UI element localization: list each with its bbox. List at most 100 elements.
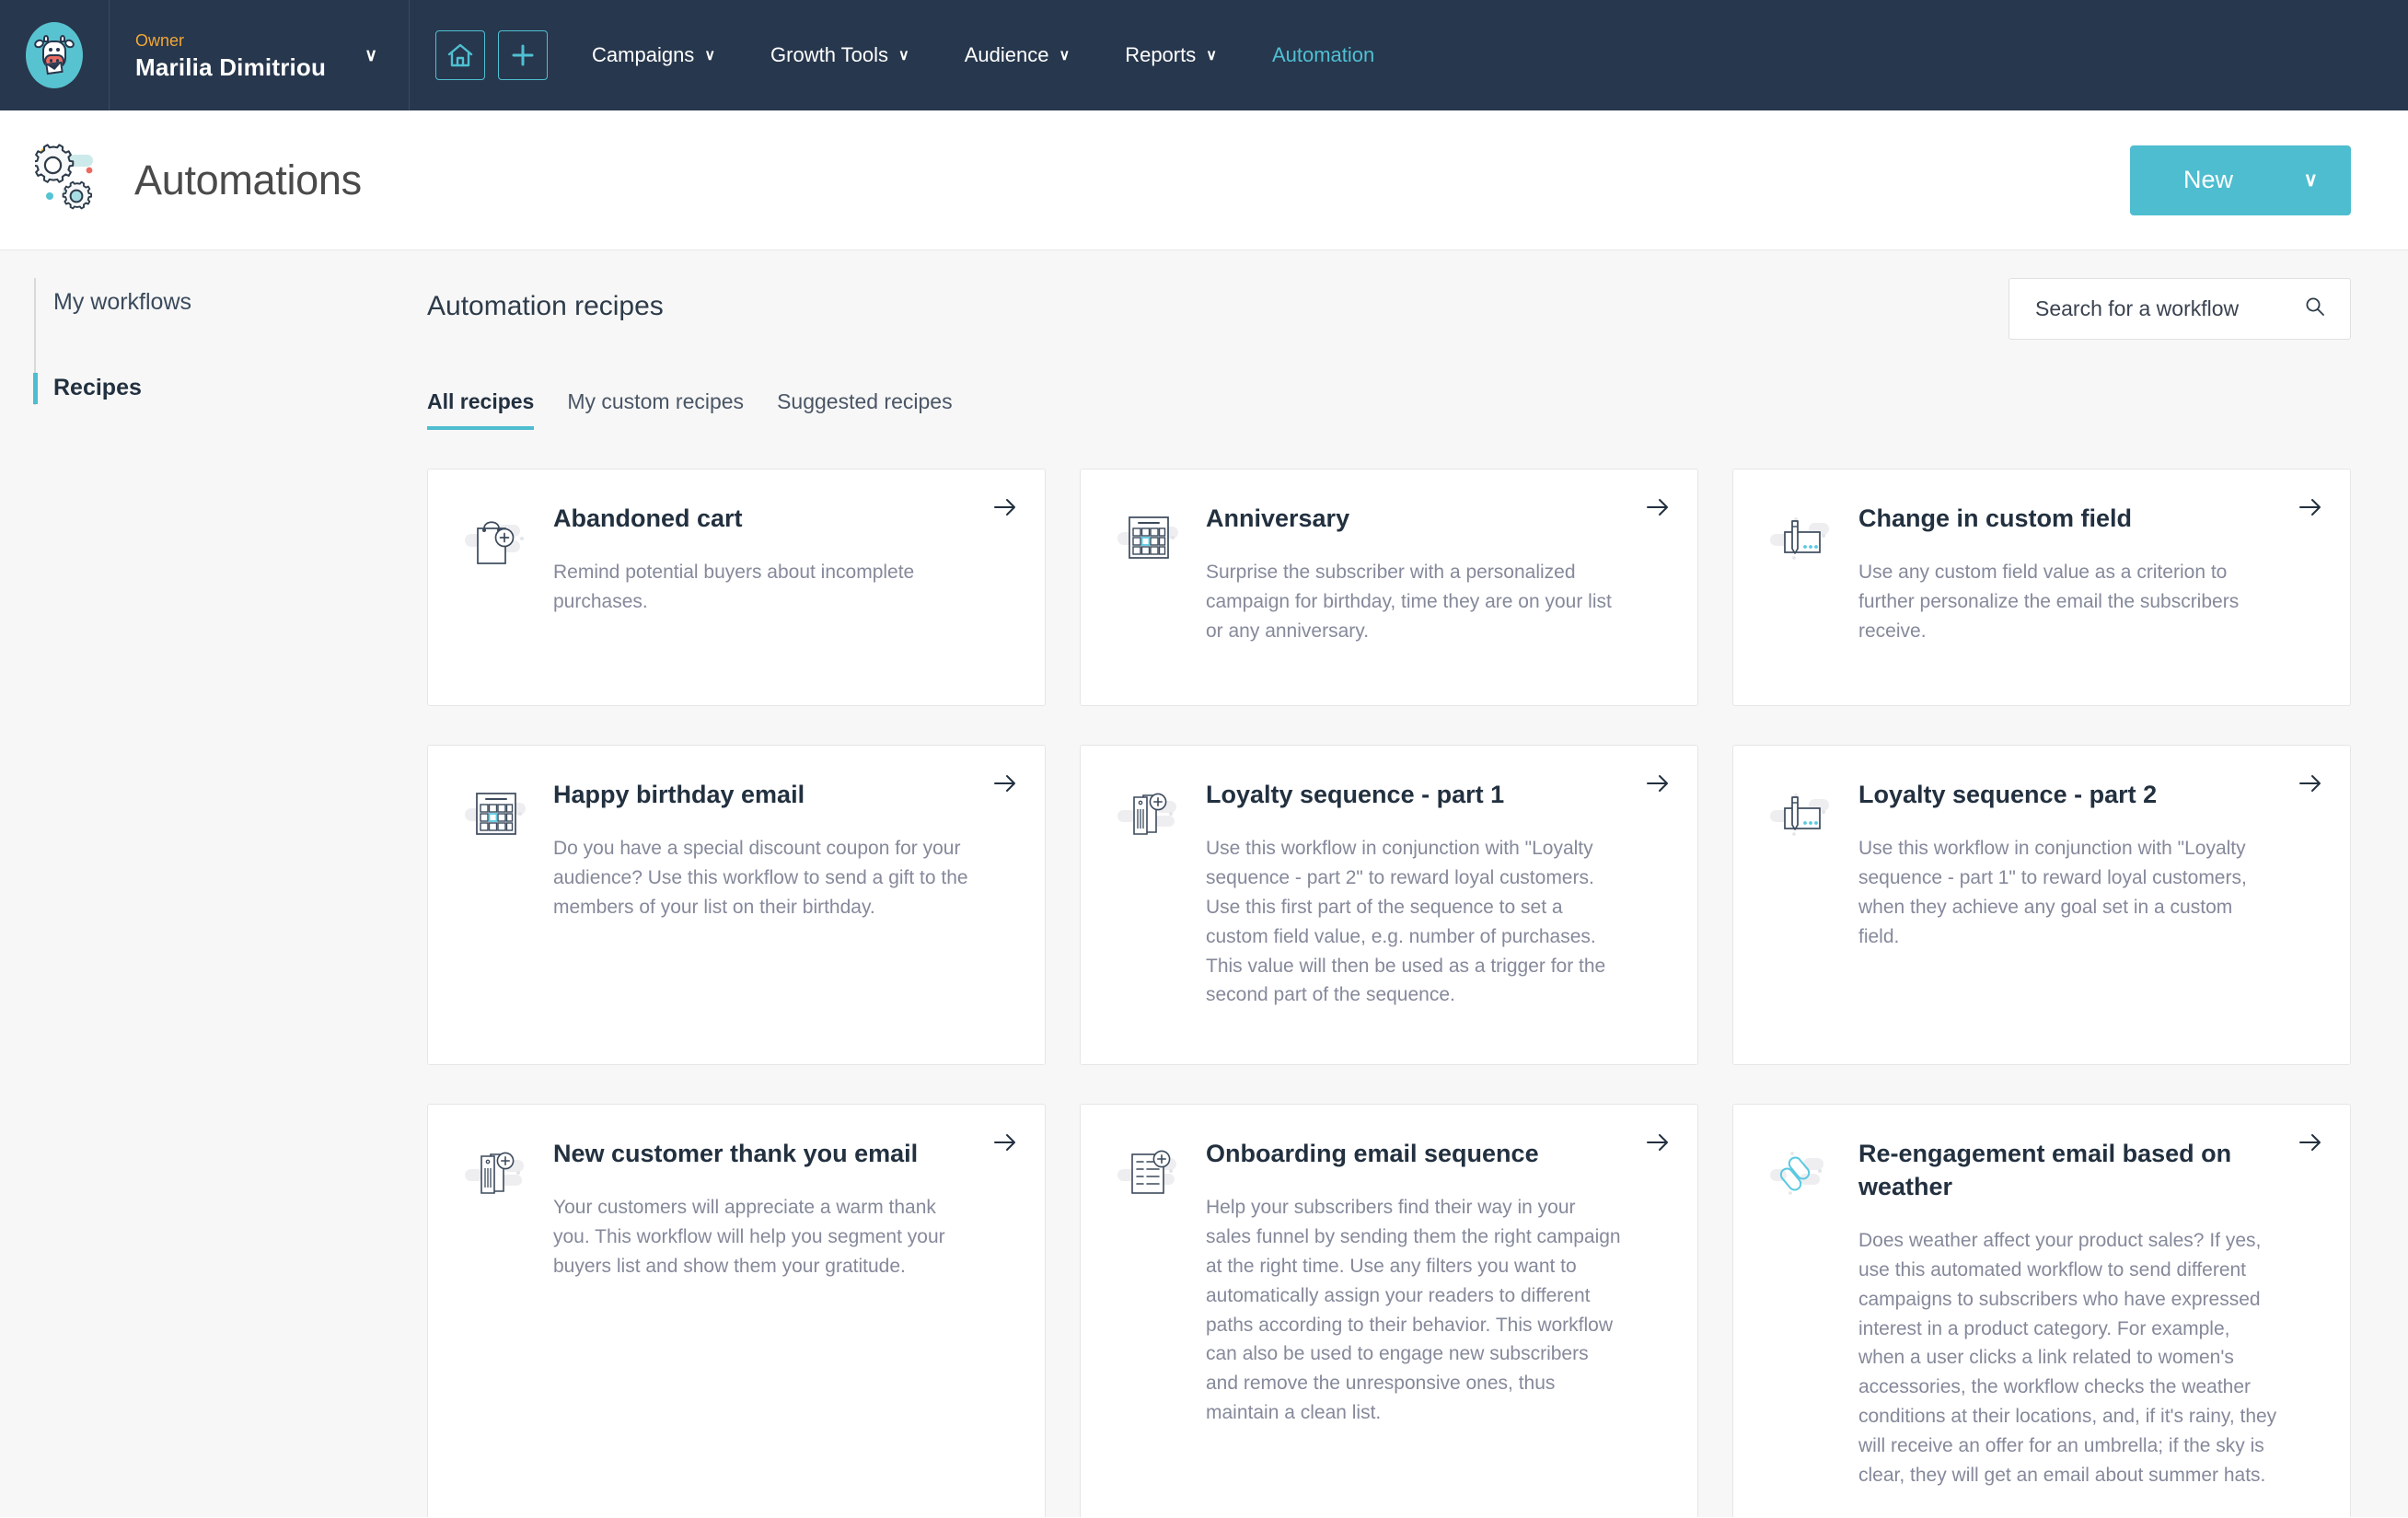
recipe-card-description: Use this workflow in conjunction with "L… — [1206, 837, 1606, 1006]
recipe-card-text: Onboarding email sequence Help your subs… — [1187, 1138, 1666, 1490]
recipe-card-text: New customer thank you email Your custom… — [535, 1138, 1013, 1490]
recipe-tabs: All recipes My custom recipes Suggested … — [427, 389, 2351, 430]
recipe-card-re-engagement-email-based-on-weather[interactable]: Re-engagement email based on weather Doe… — [1732, 1104, 2351, 1517]
page-title: Automations — [134, 156, 362, 203]
recipe-card-title: Onboarding email sequence — [1206, 1140, 1539, 1167]
tab-all-recipes[interactable]: All recipes — [427, 389, 535, 430]
nav-link-campaigns[interactable]: Campaigns ∨ — [564, 0, 743, 110]
search-workflow-box[interactable] — [2009, 278, 2351, 340]
recipe-card-text: Change in custom field Use any custom fi… — [1840, 503, 2319, 668]
recipe-card-text: Happy birthday email Do you have a speci… — [535, 779, 1013, 1027]
recipe-card-description: Does weather affect your product sales? … — [1858, 1229, 2277, 1487]
recipe-card-change-in-custom-field[interactable]: Change in custom field Use any custom fi… — [1732, 469, 2351, 706]
content-header: Automation recipes — [427, 278, 2351, 340]
recipe-card-loyalty-sequence-part-2[interactable]: Loyalty sequence - part 2 Use this workf… — [1732, 745, 2351, 1065]
primary-nav-links: Campaigns ∨ Growth Tools ∨ Audience ∨ Re… — [564, 0, 1402, 110]
calendar-icon — [463, 779, 535, 1027]
chevron-down-icon: ∨ — [365, 45, 378, 65]
tab-suggested-recipes[interactable]: Suggested recipes — [777, 389, 953, 430]
arrow-right-icon[interactable] — [993, 773, 1017, 794]
nav-link-label: Audience — [964, 43, 1049, 66]
recipe-card-text: Re-engagement email based on weather Doe… — [1840, 1138, 2319, 1490]
home-button[interactable] — [435, 30, 486, 80]
arrow-right-icon[interactable] — [2298, 497, 2322, 517]
account-switcher[interactable]: Owner Marilia Dimitriou ∨ — [109, 0, 411, 110]
recipe-card-description: Help your subscribers find their way in … — [1206, 1196, 1621, 1424]
sidebar-item-recipes[interactable]: Recipes — [0, 362, 405, 414]
recipe-card-title: Loyalty sequence - part 1 — [1206, 781, 1505, 808]
search-icon[interactable] — [2304, 295, 2326, 322]
pencil-field-icon — [1768, 779, 1840, 1027]
gears-illustration-icon — [32, 143, 107, 218]
nav-link-reports[interactable]: Reports ∨ — [1097, 0, 1245, 110]
recipe-card-abandoned-cart[interactable]: Abandoned cart Remind potential buyers a… — [427, 469, 1046, 706]
page-body: My workflows Recipes Automation recipes … — [0, 250, 2408, 1517]
sidebar-item-my-workflows[interactable]: My workflows — [0, 276, 405, 329]
recipe-card-text: Loyalty sequence - part 2 Use this workf… — [1840, 779, 2319, 1027]
document-list-icon — [1116, 1138, 1187, 1490]
cow-avatar-icon — [26, 22, 83, 88]
chevron-down-icon: ∨ — [704, 48, 716, 64]
create-new-button[interactable] — [498, 30, 549, 80]
sidebar: My workflows Recipes — [0, 250, 405, 1517]
nav-link-audience[interactable]: Audience ∨ — [937, 0, 1097, 110]
brand-logo[interactable] — [0, 0, 109, 110]
search-input[interactable] — [2035, 296, 2275, 321]
content-title: Automation recipes — [427, 291, 664, 321]
main-content: Automation recipes All recipes My custom… — [405, 250, 2408, 1517]
home-icon — [446, 42, 474, 68]
plus-icon — [510, 42, 536, 68]
recipe-card-description: Surprise the subscriber with a personali… — [1206, 561, 1612, 642]
nav-link-label: Growth Tools — [770, 43, 889, 66]
recipe-card-title: Anniversary — [1206, 504, 1350, 532]
recipe-card-new-customer-thank-you-email[interactable]: New customer thank you email Your custom… — [427, 1104, 1046, 1517]
recipe-card-description: Use any custom field value as a criterio… — [1858, 561, 2240, 642]
arrow-right-icon[interactable] — [2298, 1132, 2322, 1153]
nav-quick-actions — [410, 0, 564, 110]
arrow-right-icon[interactable] — [993, 1132, 1017, 1153]
pencil-field-icon — [1768, 503, 1840, 668]
recipe-card-happy-birthday-email[interactable]: Happy birthday email Do you have a speci… — [427, 745, 1046, 1065]
recipe-grid-row-1: Abandoned cart Remind potential buyers a… — [427, 469, 2351, 706]
chevron-down-icon: ∨ — [2303, 169, 2318, 191]
recipe-card-text: Loyalty sequence - part 1 Use this workf… — [1187, 779, 1666, 1027]
recipe-card-title: Loyalty sequence - part 2 — [1858, 781, 2158, 808]
nav-link-label: Reports — [1125, 43, 1197, 66]
sidebar-item-label: My workflows — [53, 289, 192, 315]
shopping-bag-icon — [463, 503, 535, 668]
recipe-card-description: Remind potential buyers about incomplete… — [553, 561, 915, 612]
arrow-right-icon[interactable] — [1646, 1132, 1670, 1153]
recipe-card-anniversary[interactable]: Anniversary Surprise the subscriber with… — [1080, 469, 1698, 706]
recipe-card-description: Do you have a special discount coupon fo… — [553, 837, 968, 918]
chevron-down-icon: ∨ — [898, 48, 909, 64]
calendar-icon — [1116, 503, 1187, 668]
price-tag-icon — [463, 1138, 535, 1490]
tab-my-custom-recipes[interactable]: My custom recipes — [567, 389, 744, 430]
recipe-card-loyalty-sequence-part-1[interactable]: Loyalty sequence - part 1 Use this workf… — [1080, 745, 1698, 1065]
owner-role-label: Owner — [135, 31, 185, 50]
chevron-down-icon: ∨ — [1059, 48, 1071, 64]
recipe-card-title: Re-engagement email based on weather — [1858, 1140, 2232, 1200]
nav-link-automation[interactable]: Automation — [1245, 0, 1402, 110]
recipe-grid-row-3: New customer thank you email Your custom… — [427, 1104, 2351, 1517]
page-header: Automations New ∨ — [0, 110, 2408, 250]
new-button[interactable]: New ∨ — [2130, 145, 2351, 215]
top-navigation-bar: Owner Marilia Dimitriou ∨ Campaigns ∨ Gr… — [0, 0, 2408, 110]
recipe-card-text: Anniversary Surprise the subscriber with… — [1187, 503, 1666, 668]
nav-link-label: Automation — [1271, 43, 1375, 66]
arrow-right-icon[interactable] — [993, 497, 1017, 517]
arrow-right-icon[interactable] — [1646, 497, 1670, 517]
recipe-card-title: New customer thank you email — [553, 1140, 919, 1167]
recipe-card-onboarding-email-sequence[interactable]: Onboarding email sequence Help your subs… — [1080, 1104, 1698, 1517]
recipe-card-description: Your customers will appreciate a warm th… — [553, 1196, 945, 1277]
nav-link-label: Campaigns — [592, 43, 695, 66]
recipe-card-title: Abandoned cart — [553, 504, 743, 532]
arrow-right-icon[interactable] — [1646, 773, 1670, 794]
nav-link-growth-tools[interactable]: Growth Tools ∨ — [743, 0, 937, 110]
recipe-card-title: Change in custom field — [1858, 504, 2133, 532]
link-chain-icon — [1768, 1138, 1840, 1490]
recipe-card-description: Use this workflow in conjunction with "L… — [1858, 837, 2247, 947]
sidebar-item-label: Recipes — [53, 375, 142, 400]
arrow-right-icon[interactable] — [2298, 773, 2322, 794]
